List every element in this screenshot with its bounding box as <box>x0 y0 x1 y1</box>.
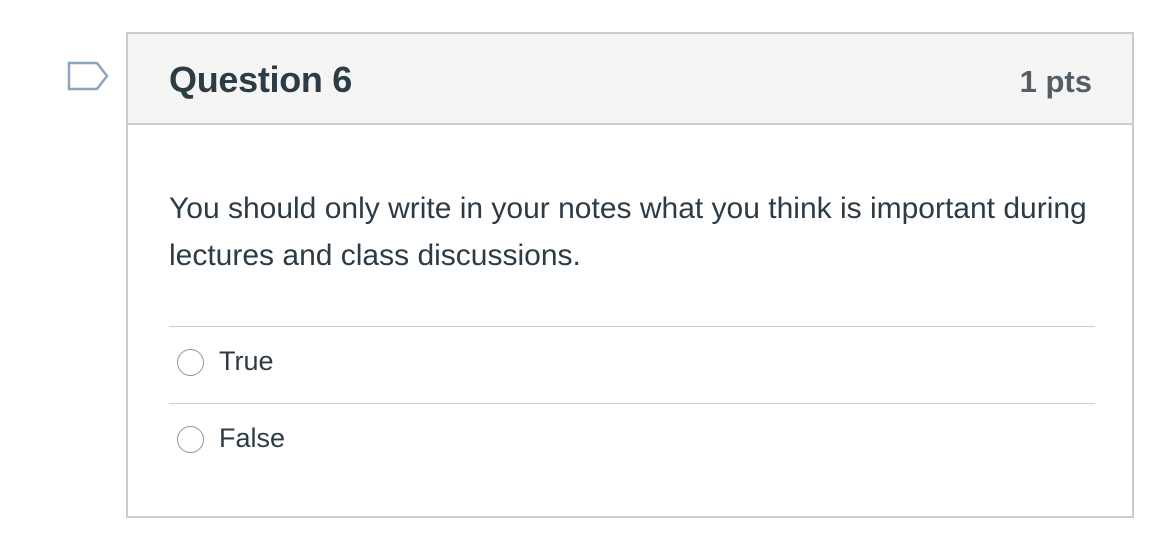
question-card: Question 6 1 pts You should only write i… <box>126 32 1134 518</box>
flag-question-icon[interactable] <box>67 61 109 93</box>
question-title: Question 6 <box>169 59 353 100</box>
radio-button[interactable] <box>177 426 204 453</box>
answer-list: True False <box>169 326 1095 480</box>
question-text: You should only write in your notes what… <box>169 192 1087 272</box>
answer-option-false[interactable]: False <box>169 403 1095 480</box>
answer-label: False <box>219 423 286 453</box>
answer-option-true[interactable]: True <box>169 326 1095 403</box>
radio-button[interactable] <box>177 349 204 376</box>
question-points: 1 pts <box>1019 64 1092 99</box>
answer-label: True <box>219 346 274 376</box>
question-header: Question 6 1 pts <box>128 34 1132 125</box>
